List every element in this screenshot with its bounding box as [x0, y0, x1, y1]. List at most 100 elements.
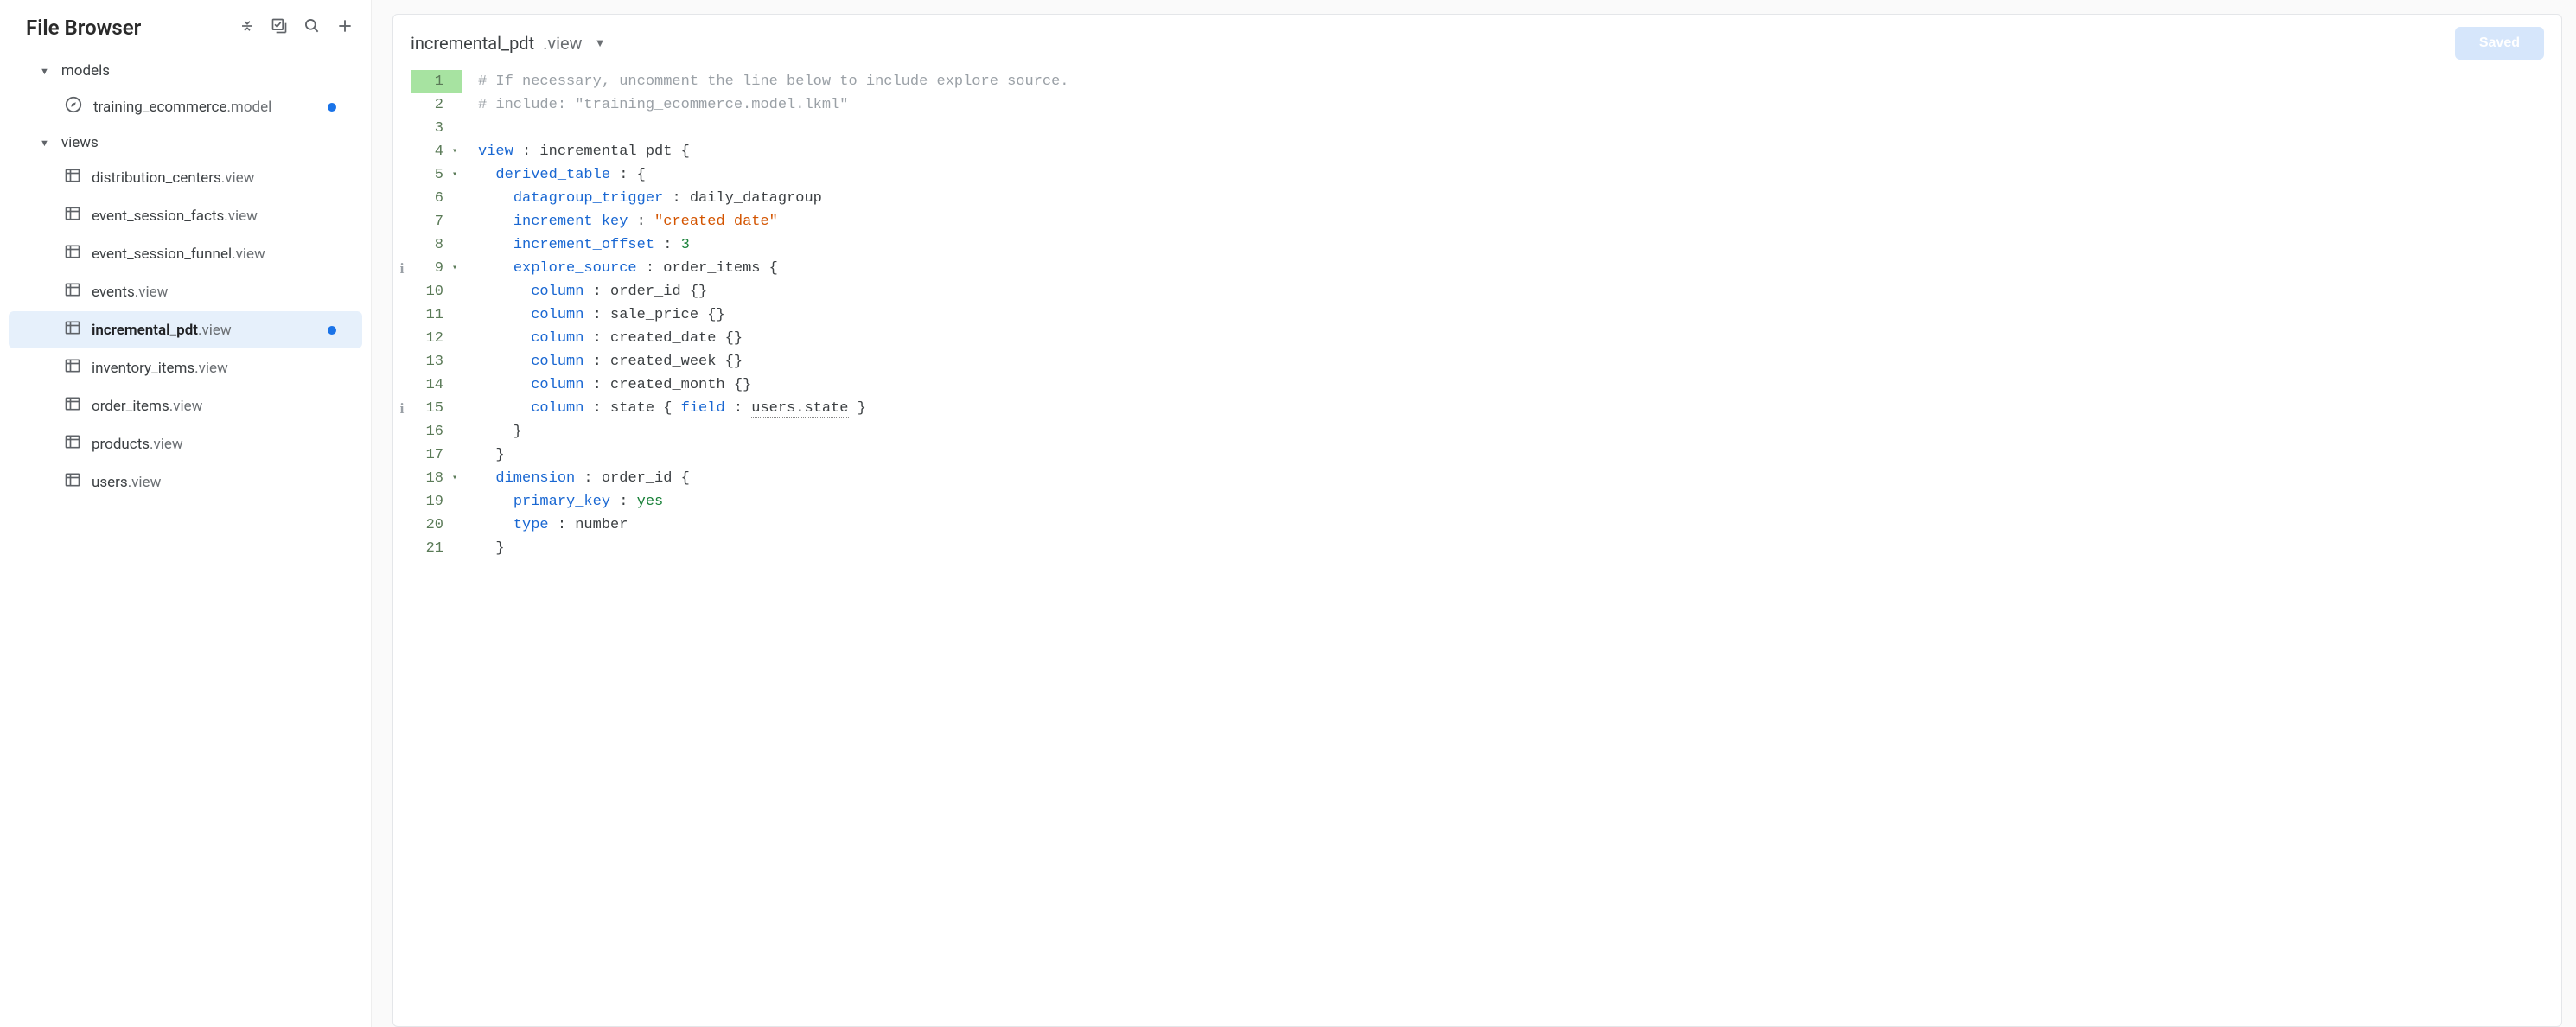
- unsaved-dot-icon: [328, 326, 336, 335]
- code-line[interactable]: column : sale_price {}: [478, 303, 1069, 327]
- editor-filename-main: incremental_pdt: [411, 33, 534, 54]
- file-item-event_session_facts[interactable]: event_session_facts.view: [9, 197, 362, 234]
- code-line[interactable]: explore_source : order_items {: [478, 257, 1069, 280]
- file-ext: .view: [198, 322, 232, 339]
- file-item-inventory_items[interactable]: inventory_items.view: [9, 349, 362, 386]
- fold-toggle-icon: [447, 514, 462, 537]
- file-name: users: [92, 474, 128, 491]
- line-number: 2: [419, 93, 443, 117]
- code-line[interactable]: column : created_month {}: [478, 373, 1069, 397]
- code-line[interactable]: increment_offset : 3: [478, 233, 1069, 257]
- file-name: incremental_pdt: [92, 322, 198, 339]
- gutter-info-icon: [393, 210, 411, 233]
- fold-toggle-icon[interactable]: ▾: [447, 257, 462, 280]
- line-number: 4: [419, 140, 443, 163]
- gutter-info-icon: [393, 93, 411, 117]
- folder-label: views: [61, 134, 99, 151]
- fold-toggle-icon: [447, 303, 462, 327]
- folder-views[interactable]: ▼ views: [9, 127, 362, 158]
- code-line[interactable]: primary_key : yes: [478, 490, 1069, 514]
- editor-filename-ext: .view: [543, 33, 582, 54]
- file-ext: .view: [224, 207, 258, 225]
- file-ext: .view: [194, 360, 228, 377]
- file-item-order_items[interactable]: order_items.view: [9, 387, 362, 424]
- editor-filename-dropdown[interactable]: incremental_pdt .view ▼: [411, 33, 605, 54]
- chevron-down-icon: ▼: [595, 36, 606, 50]
- line-number: 20: [419, 514, 443, 537]
- line-number: 8: [419, 233, 443, 257]
- file-item-training_ecommerce[interactable]: training_ecommerce.model: [9, 87, 362, 126]
- file-ext: .view: [232, 246, 265, 263]
- code-line[interactable]: type : number: [478, 514, 1069, 537]
- line-number: 17: [419, 443, 443, 467]
- fold-toggle-icon: [447, 117, 462, 140]
- code-line[interactable]: }: [478, 420, 1069, 443]
- gutter-info-icon: [393, 373, 411, 397]
- file-item-incremental_pdt[interactable]: incremental_pdt.view: [9, 311, 362, 348]
- file-ext: .view: [150, 436, 183, 453]
- fold-toggle-icon: [447, 420, 462, 443]
- gutter-info-icon[interactable]: i: [393, 257, 411, 280]
- caret-down-icon: ▼: [40, 66, 49, 77]
- search-icon[interactable]: [303, 17, 321, 38]
- code-line[interactable]: }: [478, 443, 1069, 467]
- code-line[interactable]: column : created_week {}: [478, 350, 1069, 373]
- save-status-button[interactable]: Saved: [2455, 27, 2544, 60]
- code-editor[interactable]: ii 123456789101112131415161718192021 ▾▾▾…: [393, 70, 2561, 1026]
- line-number: 6: [419, 187, 443, 210]
- file-name: training_ecommerce: [93, 99, 226, 116]
- code-line[interactable]: increment_key : "created_date": [478, 210, 1069, 233]
- code-line[interactable]: view : incremental_pdt {: [478, 140, 1069, 163]
- file-item-events[interactable]: events.view: [9, 273, 362, 310]
- gutter-info-icon: [393, 443, 411, 467]
- file-tree: ▼ models training_ecommerce.model ▼ view…: [0, 55, 371, 519]
- code-line[interactable]: }: [478, 537, 1069, 560]
- code-line[interactable]: # include: "training_ecommerce.model.lkm…: [478, 93, 1069, 117]
- code-line[interactable]: derived_table : {: [478, 163, 1069, 187]
- code-line[interactable]: dimension : order_id {: [478, 467, 1069, 490]
- file-ext: .view: [221, 169, 255, 187]
- fold-toggle-icon: [447, 350, 462, 373]
- file-ext: .view: [135, 284, 169, 301]
- sidebar-header: File Browser: [0, 9, 371, 55]
- line-number: 15: [419, 397, 443, 420]
- code-line[interactable]: column : order_id {}: [478, 280, 1069, 303]
- gutter-info-icon[interactable]: i: [393, 397, 411, 420]
- code-line[interactable]: column : created_date {}: [478, 327, 1069, 350]
- line-number: 21: [419, 537, 443, 560]
- compass-icon: [64, 95, 83, 118]
- fold-toggle-icon: [447, 327, 462, 350]
- bulk-select-icon[interactable]: [271, 17, 288, 38]
- table-icon: [64, 319, 81, 341]
- folder-models[interactable]: ▼ models: [9, 55, 362, 86]
- table-icon: [64, 357, 81, 379]
- gutter-info-icon: [393, 280, 411, 303]
- fold-toggle-icon[interactable]: ▾: [447, 163, 462, 187]
- table-icon: [64, 205, 81, 226]
- code-line[interactable]: column : state { field : users.state }: [478, 397, 1069, 420]
- file-name: distribution_centers: [92, 169, 221, 187]
- fold-toggle-icon[interactable]: ▾: [447, 140, 462, 163]
- code-line[interactable]: [478, 117, 1069, 140]
- collapse-icon[interactable]: [239, 18, 255, 37]
- line-number: 1: [419, 70, 443, 93]
- gutter-info-icon: [393, 327, 411, 350]
- fold-toggle-icon[interactable]: ▾: [447, 467, 462, 490]
- fold-toggle-icon: [447, 280, 462, 303]
- gutter-info-icon: [393, 233, 411, 257]
- file-browser-sidebar: File Browser: [0, 0, 372, 1027]
- add-icon[interactable]: [336, 17, 354, 38]
- file-item-distribution_centers[interactable]: distribution_centers.view: [9, 159, 362, 196]
- sidebar-toolbar: [239, 17, 354, 38]
- line-number: 10: [419, 280, 443, 303]
- file-item-products[interactable]: products.view: [9, 425, 362, 462]
- editor-area: incremental_pdt.view ▼ Saved ii 12345678…: [372, 0, 2576, 1027]
- file-item-users[interactable]: users.view: [9, 463, 362, 501]
- gutter-info-icon: [393, 420, 411, 443]
- file-item-event_session_funnel[interactable]: event_session_funnel.view: [9, 235, 362, 272]
- table-icon: [64, 281, 81, 303]
- gutter-info-icon: [393, 537, 411, 560]
- code-line[interactable]: # If necessary, uncomment the line below…: [478, 70, 1069, 93]
- code-line[interactable]: datagroup_trigger : daily_datagroup: [478, 187, 1069, 210]
- fold-toggle-icon: [447, 443, 462, 467]
